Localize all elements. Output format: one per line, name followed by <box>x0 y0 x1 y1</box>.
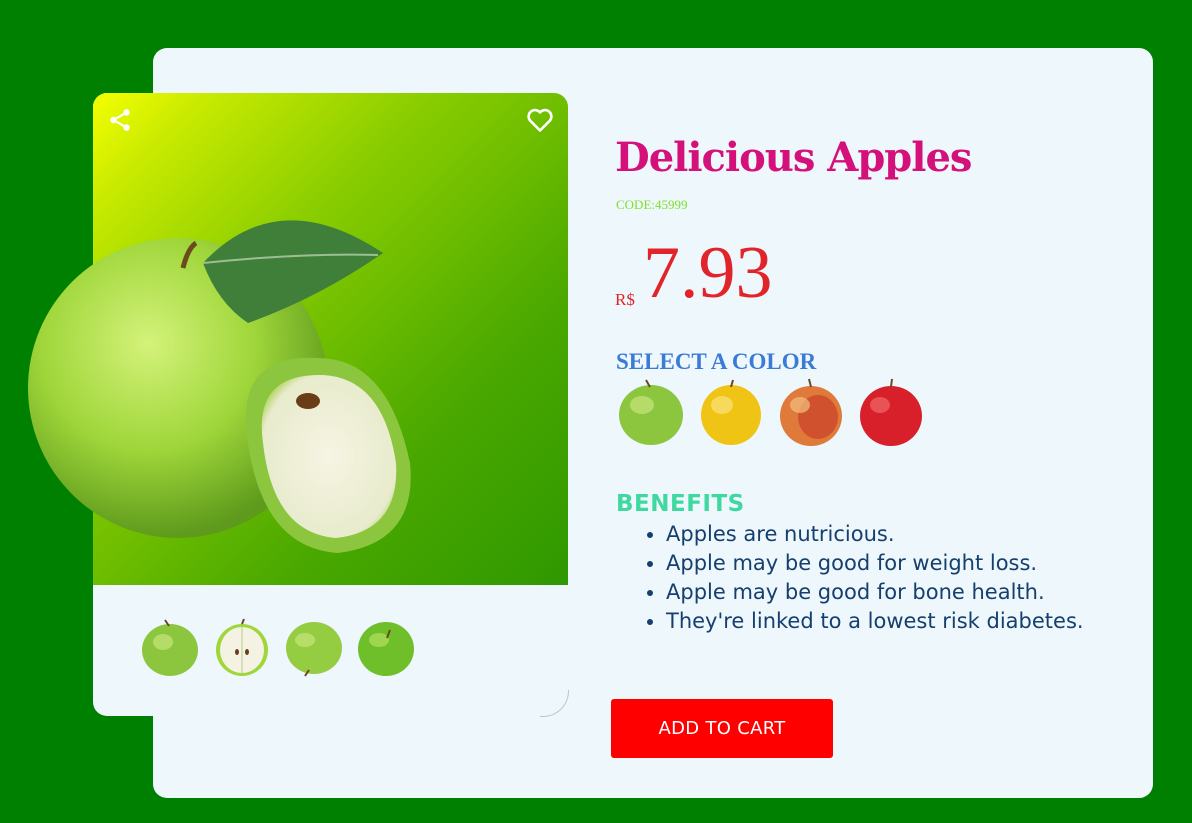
green-apple-image <box>28 220 411 553</box>
color-option-yellow[interactable] <box>698 377 764 447</box>
benefits-heading: BENEFITS <box>616 491 745 517</box>
thumbnail-apple-top[interactable] <box>357 618 415 678</box>
benefit-item: They're linked to a lowest risk diabetes… <box>666 607 1084 636</box>
thumbnail-strip <box>141 618 415 678</box>
share-icon <box>110 109 130 131</box>
favorite-button[interactable] <box>525 105 555 135</box>
product-image-panel <box>28 93 568 716</box>
benefits-list: Apples are nutricious. Apple may be good… <box>624 520 1084 636</box>
benefit-item: Apple may be good for bone health. <box>666 578 1084 607</box>
add-to-cart-button[interactable]: ADD TO CART <box>611 699 833 758</box>
color-swatch-list <box>618 377 924 447</box>
thumbnail-apple-bottom[interactable] <box>285 618 343 678</box>
product-price: 7.93 <box>643 232 773 314</box>
thumbnail-cut-apple[interactable] <box>213 618 271 678</box>
benefit-item: Apples are nutricious. <box>666 520 1084 549</box>
color-option-red[interactable] <box>858 377 924 447</box>
share-button[interactable] <box>105 105 135 135</box>
benefit-item: Apple may be good for weight loss. <box>666 549 1084 578</box>
product-hero-image <box>28 93 568 585</box>
thumbnail-whole-apple[interactable] <box>141 618 199 678</box>
color-option-gala[interactable] <box>778 377 844 447</box>
product-title: Delicious Apples <box>615 134 972 181</box>
price-currency: R$ <box>615 290 635 309</box>
color-option-green[interactable] <box>618 377 684 447</box>
product-code: CODE:45999 <box>616 197 688 212</box>
heart-icon <box>527 108 553 132</box>
select-color-label: SELECT A COLOR <box>616 349 817 374</box>
